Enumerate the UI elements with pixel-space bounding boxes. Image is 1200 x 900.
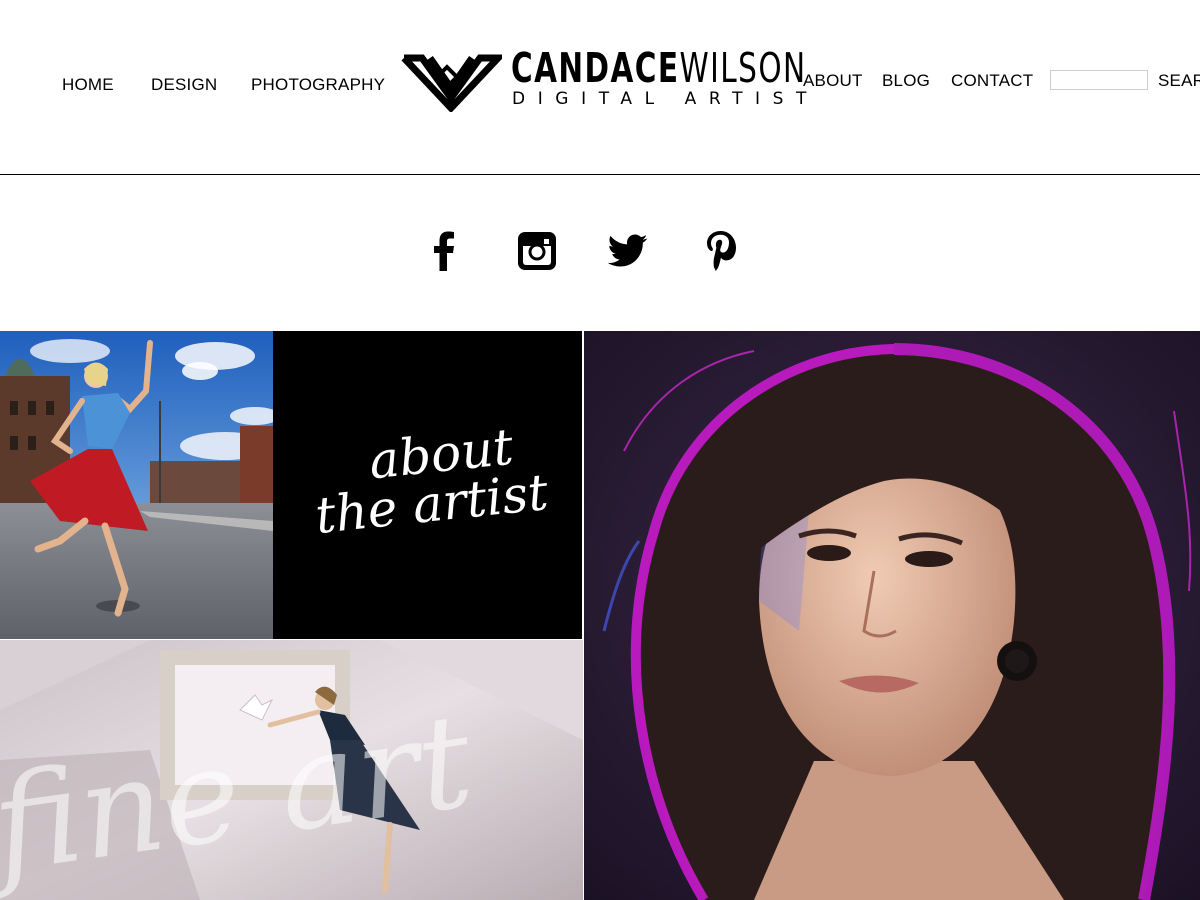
pinterest-icon[interactable] [699,229,743,273]
about-the-artist-tile[interactable]: about the artist [273,331,582,639]
logo-mark-icon[interactable] [400,50,502,112]
portrait-photo[interactable] [584,331,1200,900]
nav-photography[interactable]: PHOTOGRAPHY [251,75,385,95]
site-header: HOME DESIGN PHOTOGRAPHY CANDACEWILSON DI… [0,0,1200,174]
search-button[interactable]: SEARC [1158,71,1200,91]
about-heading-line2: the artist [312,462,551,546]
nav-blog[interactable]: BLOG [882,71,930,91]
fine-art-photo[interactable]: fine art [0,640,583,900]
nav-home[interactable]: HOME [62,75,114,95]
instagram-icon[interactable] [515,229,559,273]
nav-about[interactable]: ABOUT [803,71,863,91]
logo-name-bold: CANDACE [511,44,680,92]
logo-name-thin: WILSON [679,44,807,92]
nav-contact[interactable]: CONTACT [951,71,1033,91]
facebook-icon[interactable] [424,229,464,273]
nav-design[interactable]: DESIGN [151,75,217,95]
street-dancer-photo[interactable] [0,331,273,639]
logo-tagline: DIGITAL ARTIST [512,89,820,109]
header-divider [0,174,1200,175]
twitter-icon[interactable] [606,229,650,273]
logo-name[interactable]: CANDACEWILSON [511,48,807,89]
search-input[interactable] [1050,70,1148,90]
